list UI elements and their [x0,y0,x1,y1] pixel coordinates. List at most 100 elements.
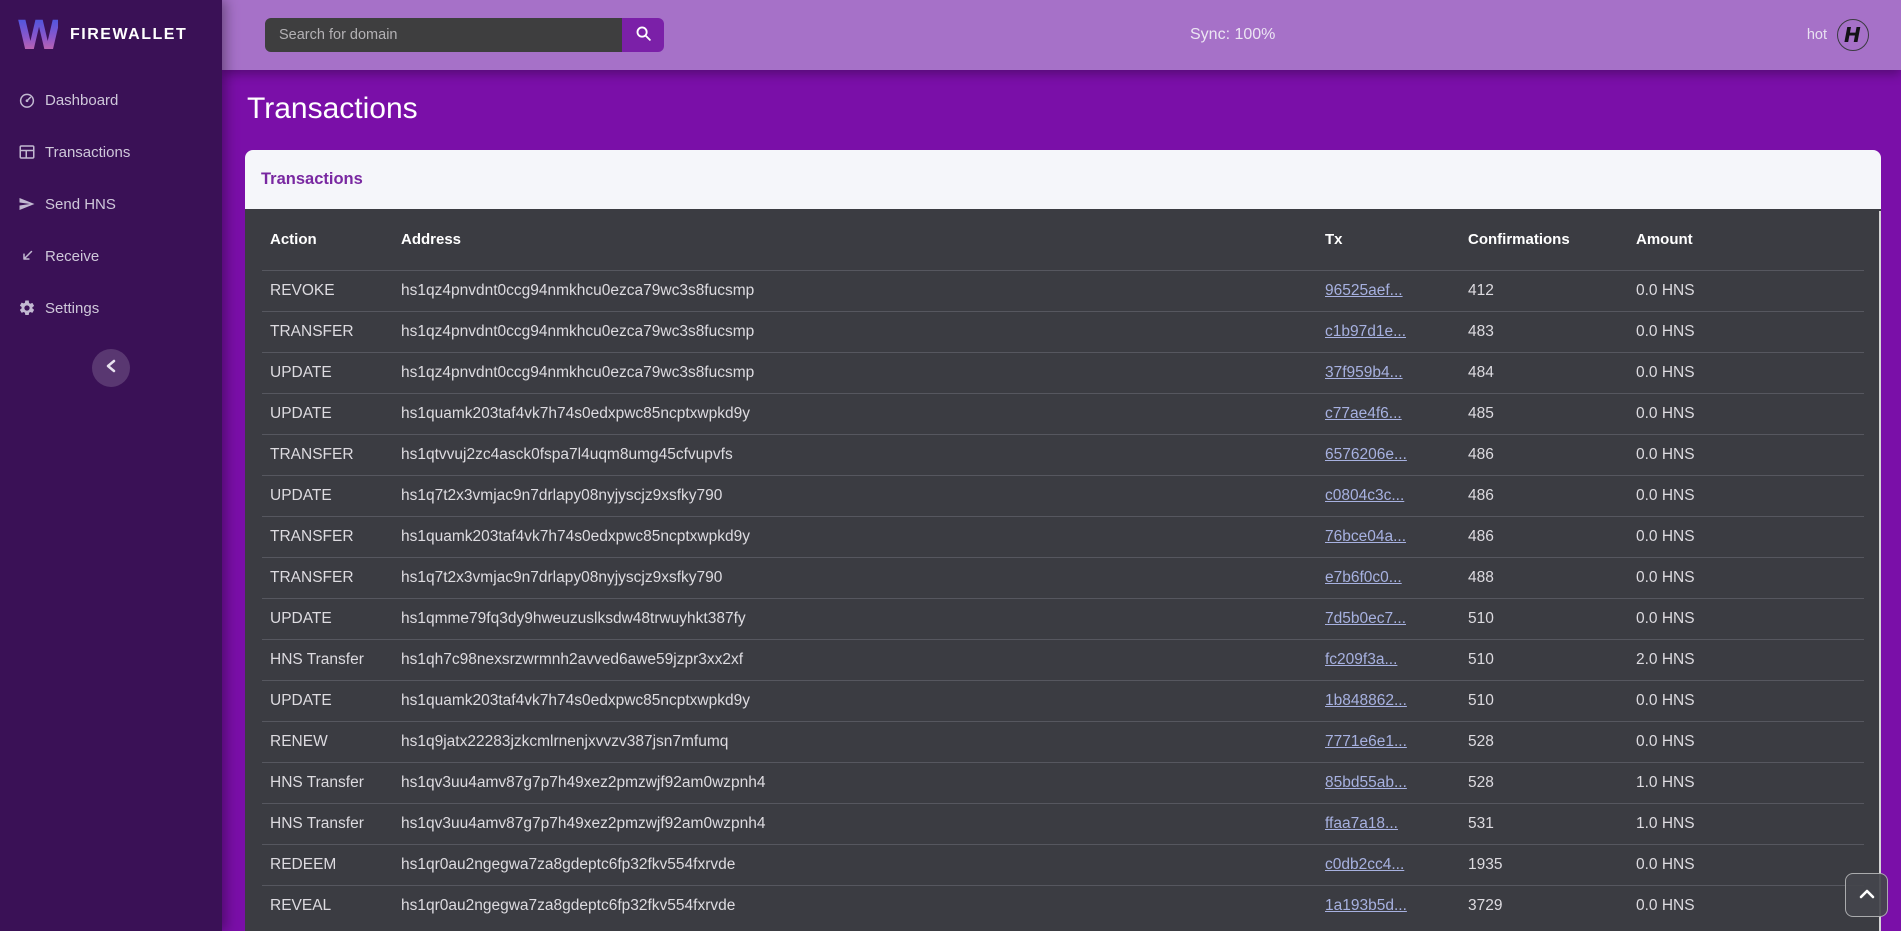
amount-cell: 2.0 HNS [1628,639,1864,680]
tx-cell: fc209f3a... [1317,639,1460,680]
amount-cell: 1.0 HNS [1628,762,1864,803]
tx-link[interactable]: 7d5b0ec7... [1325,610,1406,627]
table-row: UPDATEhs1qz4pnvdnt0ccg94nmkhcu0ezca79wc3… [262,352,1864,393]
table-row: HNS Transferhs1qv3uu4amv87g7p7h49xez2pmz… [262,762,1864,803]
gear-icon [18,299,36,317]
sidebar-nav: Dashboard Transactions Send HNS Receive … [0,70,222,334]
gauge-icon [18,91,36,109]
address-cell: hs1qh7c98nexsrzwrmnh2avved6awe59jzpr3xx2… [393,639,1317,680]
sidebar-item-label: Receive [45,248,99,265]
address-cell: hs1q7t2x3vmjac9n7drlapy08nyjyscjz9xsfky7… [393,557,1317,598]
handshake-logo-icon[interactable]: H [1837,19,1869,51]
column-header-address: Address [393,209,1317,270]
tx-link[interactable]: e7b6f0c0... [1325,569,1402,586]
sidebar-item-send-hns[interactable]: Send HNS [0,178,222,230]
tx-link[interactable]: 37f959b4... [1325,364,1403,381]
tx-cell: 96525aef... [1317,270,1460,311]
amount-cell: 0.0 HNS [1628,475,1864,516]
tx-link[interactable]: ffaa7a18... [1325,815,1398,832]
tx-link[interactable]: 85bd55ab... [1325,774,1407,791]
scroll-to-top-button[interactable] [1845,873,1888,917]
address-cell: hs1qr0au2ngegwa7za8gdeptc6fp32fkv554fxrv… [393,844,1317,885]
tx-link[interactable]: 76bce04a... [1325,528,1406,545]
sidebar-item-label: Settings [45,300,99,317]
address-cell: hs1q9jatx22283jzkcmlrnenjxvvzv387jsn7mfu… [393,721,1317,762]
table-icon [18,143,36,161]
brand-name: FIREWALLET [70,26,187,44]
confirmations-cell: 484 [1460,352,1628,393]
card-header: Transactions [245,150,1881,209]
tx-link[interactable]: 7771e6e1... [1325,733,1407,750]
sidebar-item-label: Transactions [45,144,130,161]
table-row: TRANSFERhs1qz4pnvdnt0ccg94nmkhcu0ezca79w… [262,311,1864,352]
search-button[interactable] [622,18,664,52]
sidebar-item-transactions[interactable]: Transactions [0,126,222,178]
table-row: UPDATEhs1quamk203taf4vk7h74s0edxpwc85ncp… [262,680,1864,721]
table-row: UPDATEhs1qmme79fq3dy9hweuzuslksdw48trwuy… [262,598,1864,639]
action-cell: UPDATE [262,680,393,721]
page-title: Transactions [222,70,1901,150]
tx-link[interactable]: c0804c3c... [1325,487,1404,504]
tx-link[interactable]: 6576206e... [1325,446,1407,463]
tx-link[interactable]: 1a193b5d... [1325,897,1407,914]
search-input[interactable] [265,18,622,52]
confirmations-cell: 486 [1460,516,1628,557]
tx-cell: c0db2cc4... [1317,844,1460,885]
transactions-table: Action Address Tx Confirmations Amount R… [262,209,1864,926]
amount-cell: 0.0 HNS [1628,311,1864,352]
tx-cell: 7771e6e1... [1317,721,1460,762]
address-cell: hs1qz4pnvdnt0ccg94nmkhcu0ezca79wc3s8fucs… [393,270,1317,311]
action-cell: UPDATE [262,598,393,639]
amount-cell: 0.0 HNS [1628,393,1864,434]
tx-link[interactable]: c77ae4f6... [1325,405,1402,422]
action-cell: RENEW [262,721,393,762]
amount-cell: 1.0 HNS [1628,803,1864,844]
tx-link[interactable]: 1b848862... [1325,692,1407,709]
confirmations-cell: 510 [1460,680,1628,721]
confirmations-cell: 528 [1460,762,1628,803]
sidebar-item-label: Send HNS [45,196,116,213]
confirmations-cell: 1935 [1460,844,1628,885]
tx-cell: e7b6f0c0... [1317,557,1460,598]
wallet-name-label: hot [1807,27,1827,43]
action-cell: TRANSFER [262,434,393,475]
tx-cell: 1a193b5d... [1317,885,1460,926]
table-row: TRANSFERhs1q7t2x3vmjac9n7drlapy08nyjyscj… [262,557,1864,598]
tx-link[interactable]: 96525aef... [1325,282,1403,299]
amount-cell: 0.0 HNS [1628,721,1864,762]
tx-link[interactable]: c0db2cc4... [1325,856,1404,873]
tx-link[interactable]: c1b97d1e... [1325,323,1406,340]
address-cell: hs1qv3uu4amv87g7p7h49xez2pmzwjf92am0wzpn… [393,803,1317,844]
table-row: UPDATEhs1q7t2x3vmjac9n7drlapy08nyjyscjz9… [262,475,1864,516]
sidebar-collapse-button[interactable] [92,349,130,387]
firewallet-w-icon: W [18,10,58,61]
transactions-tbody: REVOKEhs1qz4pnvdnt0ccg94nmkhcu0ezca79wc3… [262,270,1864,926]
table-row: REVEALhs1qr0au2ngegwa7za8gdeptc6fp32fkv5… [262,885,1864,926]
main-content: Transactions Transactions Action Address… [222,70,1901,931]
confirmations-cell: 510 [1460,598,1628,639]
svg-text:W: W [18,13,58,56]
action-cell: HNS Transfer [262,803,393,844]
amount-cell: 0.0 HNS [1628,270,1864,311]
column-header-action: Action [262,209,393,270]
tx-link[interactable]: fc209f3a... [1325,651,1397,668]
column-header-tx: Tx [1317,209,1460,270]
sidebar-item-dashboard[interactable]: Dashboard [0,74,222,126]
address-cell: hs1qtvvuj2zc4asck0fspa7l4uqm8umg45cfvupv… [393,434,1317,475]
scrollbar-thumb[interactable] [1879,211,1881,931]
amount-cell: 0.0 HNS [1628,885,1864,926]
confirmations-cell: 412 [1460,270,1628,311]
address-cell: hs1quamk203taf4vk7h74s0edxpwc85ncptxwpkd… [393,393,1317,434]
table-row: TRANSFERhs1qtvvuj2zc4asck0fspa7l4uqm8umg… [262,434,1864,475]
table-row: HNS Transferhs1qh7c98nexsrzwrmnh2avved6a… [262,639,1864,680]
tx-cell: c1b97d1e... [1317,311,1460,352]
action-cell: HNS Transfer [262,762,393,803]
sidebar-item-settings[interactable]: Settings [0,282,222,334]
sidebar-item-receive[interactable]: Receive [0,230,222,282]
address-cell: hs1quamk203taf4vk7h74s0edxpwc85ncptxwpkd… [393,516,1317,557]
column-header-confirmations: Confirmations [1460,209,1628,270]
confirmations-cell: 528 [1460,721,1628,762]
amount-cell: 0.0 HNS [1628,516,1864,557]
tx-cell: 6576206e... [1317,434,1460,475]
action-cell: REVOKE [262,270,393,311]
